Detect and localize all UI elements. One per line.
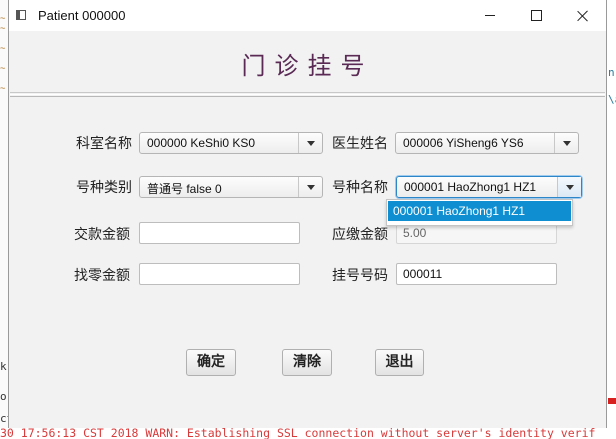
close-icon (577, 10, 589, 22)
background-text-fragment: k (0, 360, 7, 373)
reg-number-field[interactable] (396, 263, 557, 285)
department-dropdown-arrow[interactable] (298, 133, 322, 153)
reg-type-value: 000001 HaoZhong1 HZ1 (404, 180, 537, 194)
minimize-icon (485, 15, 495, 16)
reg-type-combo[interactable]: 000001 HaoZhong1 HZ1 (396, 176, 582, 198)
registration-form: 门诊挂号 科室名称 000000 KeShi0 KS0 医生姓名 000006 … (9, 31, 606, 428)
exit-button[interactable]: 退出 (375, 349, 424, 376)
paid-amount-field[interactable] (139, 222, 300, 244)
doctor-dropdown-arrow[interactable] (554, 133, 578, 153)
background-text-fragment: n (608, 66, 615, 79)
reg-category-value: 普通号 false 0 (147, 182, 222, 196)
doctor-combo[interactable]: 000006 YiSheng6 YS6 (395, 132, 579, 154)
amount-due-label: 应缴金额 (332, 227, 388, 243)
clear-button[interactable]: 清除 (282, 349, 332, 376)
app-window-icon (16, 10, 26, 20)
paid-amount-input[interactable] (140, 223, 299, 243)
reg-type-option-selected[interactable]: 000001 HaoZhong1 HZ1 (388, 201, 571, 221)
separator (10, 92, 605, 93)
paid-amount-label: 交款金额 (74, 227, 130, 243)
amount-due-input (397, 223, 556, 243)
window-title: Patient 000000 (38, 8, 126, 23)
maximize-icon (530, 10, 542, 21)
chevron-down-icon (562, 140, 571, 146)
reg-type-dropdown-list: 000001 HaoZhong1 HZ1 (386, 199, 573, 226)
chevron-down-icon (306, 184, 315, 190)
reg-category-label: 号种类别 (76, 180, 132, 196)
maximize-button[interactable] (513, 0, 559, 31)
reg-number-input[interactable] (397, 264, 556, 284)
title-bar[interactable]: Patient 000000 (9, 0, 606, 31)
close-button[interactable] (560, 0, 606, 31)
page-title: 门诊挂号 (241, 52, 374, 80)
confirm-button[interactable]: 确定 (186, 349, 236, 376)
background-squiggle: ~ ~ ~ ~ ~ (0, 14, 6, 94)
background-text-fragment: \a (608, 93, 616, 106)
department-label: 科室名称 (76, 136, 132, 152)
change-amount-input[interactable] (140, 264, 299, 284)
separator-shadow (10, 96, 605, 97)
department-combo[interactable]: 000000 KeShi0 KS0 (139, 132, 323, 154)
background-text-fragment: o (0, 390, 7, 403)
background-error-marker (608, 398, 616, 404)
doctor-label: 医生姓名 (332, 136, 388, 152)
chevron-down-icon (565, 184, 574, 190)
chevron-down-icon (306, 140, 315, 146)
reg-category-dropdown-arrow[interactable] (298, 177, 322, 197)
background-console-log-line: 30 17:56:13 CST 2018 WARN: Establishing … (0, 428, 616, 439)
reg-type-label: 号种名称 (332, 180, 388, 196)
reg-category-combo[interactable]: 普通号 false 0 (139, 176, 323, 198)
reg-type-dropdown-arrow[interactable] (557, 177, 581, 197)
reg-number-label: 挂号号码 (332, 268, 388, 284)
minimize-button[interactable] (467, 0, 513, 31)
change-amount-label: 找零金额 (74, 268, 130, 284)
change-amount-field[interactable] (139, 263, 300, 285)
department-value: 000000 KeShi0 KS0 (147, 136, 256, 150)
separator-highlight (10, 94, 605, 95)
doctor-value: 000006 YiSheng6 YS6 (403, 136, 524, 150)
